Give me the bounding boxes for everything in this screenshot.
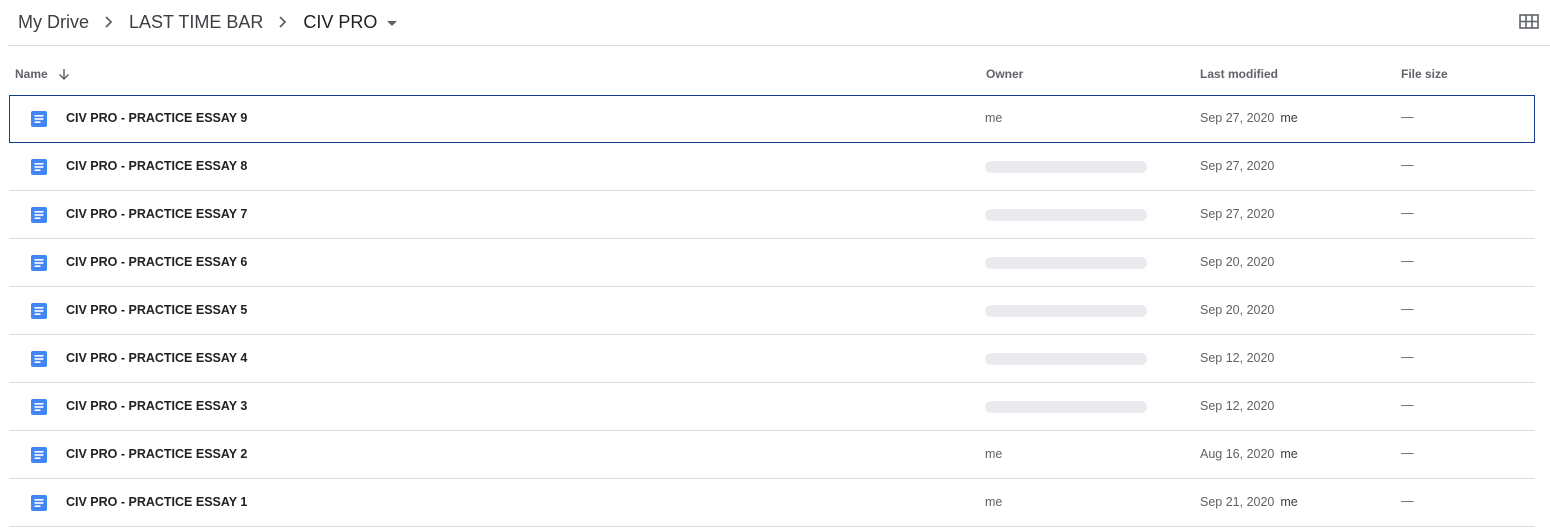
google-docs-icon	[30, 206, 48, 224]
modified-date: Aug 16, 2020	[1200, 447, 1275, 461]
breadcrumb-current-folder[interactable]: CIV PRO	[303, 11, 398, 33]
chevron-right-icon	[89, 16, 129, 28]
owner-placeholder	[985, 161, 1147, 173]
file-owner: me	[985, 447, 1003, 461]
top-bar: My Drive LAST TIME BAR CIV PRO	[8, 0, 1550, 46]
owner-placeholder	[985, 209, 1147, 221]
file-row[interactable]: CIV PRO - PRACTICE ESSAY 8 Sep 27, 2020 —	[9, 143, 1535, 191]
file-row[interactable]: CIV PRO - PRACTICE ESSAY 5 Sep 20, 2020 —	[9, 287, 1535, 335]
file-name[interactable]: CIV PRO - PRACTICE ESSAY 5	[66, 303, 247, 317]
google-docs-icon	[30, 494, 48, 512]
file-row[interactable]: CIV PRO - PRACTICE ESSAY 4 Sep 12, 2020 —	[9, 335, 1535, 383]
file-size: —	[1401, 494, 1414, 508]
modified-date: Sep 27, 2020	[1200, 159, 1275, 173]
modified-by: me	[1280, 111, 1298, 125]
file-name[interactable]: CIV PRO - PRACTICE ESSAY 9	[66, 111, 247, 125]
arrow-down-icon[interactable]	[58, 68, 70, 81]
file-row[interactable]: CIV PRO - PRACTICE ESSAY 3 Sep 12, 2020 —	[9, 383, 1535, 431]
column-header-name[interactable]: Name	[15, 67, 70, 81]
file-last-modified: Sep 12, 2020	[1200, 351, 1274, 365]
file-last-modified: Sep 12, 2020	[1200, 399, 1274, 413]
file-row[interactable]: CIV PRO - PRACTICE ESSAY 6 Sep 20, 2020 —	[9, 239, 1535, 287]
modified-by: me	[1280, 447, 1298, 461]
chevron-right-icon	[263, 16, 303, 28]
caret-down-icon	[387, 20, 398, 26]
file-owner: me	[985, 111, 1003, 125]
file-size: —	[1401, 446, 1414, 460]
google-docs-icon	[30, 302, 48, 320]
file-owner: me	[985, 495, 1003, 509]
column-header-file-size[interactable]: File size	[1401, 67, 1448, 81]
modified-date: Sep 20, 2020	[1200, 303, 1275, 317]
file-size: —	[1401, 254, 1414, 268]
google-docs-icon	[30, 446, 48, 464]
breadcrumb-my-drive[interactable]: My Drive	[18, 10, 89, 35]
google-docs-icon	[30, 254, 48, 272]
column-header-last-modified[interactable]: Last modified	[1200, 67, 1278, 81]
modified-date: Sep 27, 2020	[1200, 111, 1275, 125]
file-name[interactable]: CIV PRO - PRACTICE ESSAY 4	[66, 351, 247, 365]
file-size: —	[1401, 158, 1414, 172]
grid-view-icon[interactable]	[1518, 12, 1540, 32]
owner-placeholder	[985, 401, 1147, 413]
file-name[interactable]: CIV PRO - PRACTICE ESSAY 1	[66, 495, 247, 509]
column-header-row: Name Owner Last modified File size	[8, 58, 1535, 92]
file-name[interactable]: CIV PRO - PRACTICE ESSAY 3	[66, 399, 247, 413]
owner-placeholder	[985, 257, 1147, 269]
breadcrumb-current-label: CIV PRO	[303, 11, 378, 32]
google-docs-icon	[30, 398, 48, 416]
owner-placeholder	[985, 305, 1147, 317]
file-name[interactable]: CIV PRO - PRACTICE ESSAY 2	[66, 447, 247, 461]
column-header-owner[interactable]: Owner	[986, 67, 1023, 81]
file-size: —	[1401, 110, 1414, 124]
file-last-modified: Sep 20, 2020	[1200, 303, 1274, 317]
file-size: —	[1401, 206, 1414, 220]
column-header-name-label: Name	[15, 67, 48, 81]
modified-date: Sep 12, 2020	[1200, 399, 1275, 413]
modified-date: Sep 12, 2020	[1200, 351, 1275, 365]
file-row[interactable]: CIV PRO - PRACTICE ESSAY 2 me Aug 16, 2020…	[9, 431, 1535, 479]
file-last-modified: Sep 27, 2020	[1200, 159, 1274, 173]
file-size: —	[1401, 398, 1414, 412]
google-docs-icon	[30, 350, 48, 368]
owner-placeholder	[985, 353, 1147, 365]
file-last-modified: Sep 27, 2020 me	[1200, 111, 1298, 125]
file-name[interactable]: CIV PRO - PRACTICE ESSAY 7	[66, 207, 247, 221]
file-name[interactable]: CIV PRO - PRACTICE ESSAY 8	[66, 159, 247, 173]
modified-by: me	[1280, 495, 1298, 509]
file-row[interactable]: CIV PRO - PRACTICE ESSAY 1 me Sep 21, 2020…	[9, 479, 1535, 527]
file-last-modified: Sep 20, 2020	[1200, 255, 1274, 269]
modified-date: Sep 20, 2020	[1200, 255, 1275, 269]
file-row[interactable]: CIV PRO - PRACTICE ESSAY 7 Sep 27, 2020 —	[9, 191, 1535, 239]
breadcrumb-last-time-bar[interactable]: LAST TIME BAR	[129, 10, 263, 35]
file-size: —	[1401, 302, 1414, 316]
google-docs-icon	[30, 158, 48, 176]
modified-date: Sep 27, 2020	[1200, 207, 1275, 221]
file-row[interactable]: CIV PRO - PRACTICE ESSAY 9 me Sep 27, 2020…	[9, 95, 1535, 143]
modified-date: Sep 21, 2020	[1200, 495, 1275, 509]
file-name[interactable]: CIV PRO - PRACTICE ESSAY 6	[66, 255, 247, 269]
file-last-modified: Aug 16, 2020 me	[1200, 447, 1298, 461]
file-last-modified: Sep 21, 2020 me	[1200, 495, 1298, 509]
breadcrumb: My Drive LAST TIME BAR CIV PRO	[18, 8, 398, 36]
file-last-modified: Sep 27, 2020	[1200, 207, 1274, 221]
file-size: —	[1401, 350, 1414, 364]
google-docs-icon	[30, 110, 48, 128]
file-list: CIV PRO - PRACTICE ESSAY 9 me Sep 27, 2020…	[9, 95, 1535, 527]
